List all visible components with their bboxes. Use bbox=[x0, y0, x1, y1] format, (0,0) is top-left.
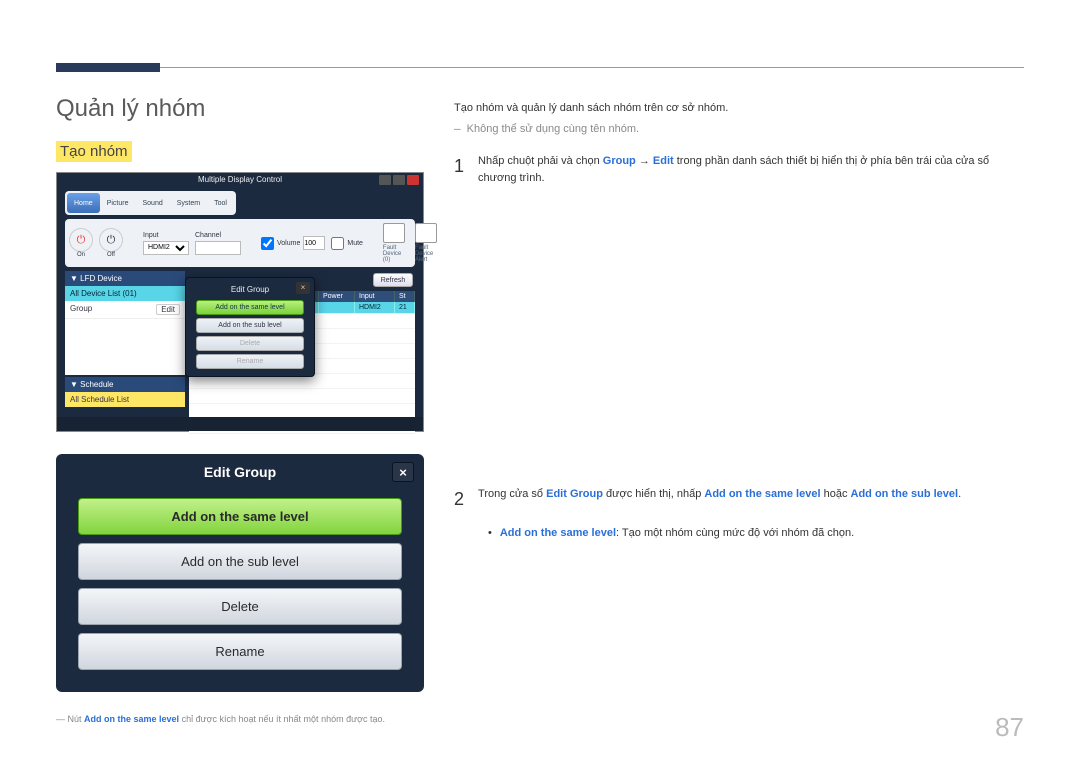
right-column: Tạo nhóm và quản lý danh sách nhóm trên … bbox=[454, 100, 1024, 542]
add-sub-level-button[interactable]: Add on the sub level bbox=[196, 318, 304, 333]
page-title: Quản lý nhóm bbox=[56, 95, 424, 123]
maximize-icon[interactable] bbox=[393, 175, 405, 185]
add-sub-level-button[interactable]: Add on the sub level bbox=[78, 543, 402, 580]
bullet-dot: • bbox=[488, 525, 492, 542]
refresh-button[interactable]: Refresh bbox=[373, 273, 413, 287]
tab-system[interactable]: System bbox=[170, 193, 207, 213]
mute-checkbox[interactable] bbox=[331, 237, 344, 250]
sidebar-schedule-list[interactable]: All Schedule List bbox=[65, 392, 185, 407]
note-dash: ― bbox=[454, 122, 461, 135]
note-text: Không thể sử dụng cùng tên nhóm. bbox=[467, 123, 640, 135]
window-buttons bbox=[379, 175, 419, 185]
footnote: ― Nút Add on the same level chỉ được kíc… bbox=[56, 714, 424, 724]
mdc-app-screenshot: Multiple Display Control Home Picture So… bbox=[56, 172, 424, 432]
sidebar: ▼ LFD Device All Device List (01) Group … bbox=[65, 271, 185, 413]
channel-label: Channel bbox=[195, 232, 241, 239]
dialog-title: Edit Group × bbox=[56, 454, 424, 490]
sidebar-group-row[interactable]: Group Edit bbox=[65, 301, 185, 319]
bullet-desc: : Tạo một nhóm cùng mức độ với nhóm đã c… bbox=[616, 527, 854, 539]
add-same-level-button[interactable]: Add on the same level bbox=[196, 300, 304, 315]
sidebar-lfd-header[interactable]: ▼ LFD Device bbox=[65, 271, 185, 286]
mute-field: Mute bbox=[331, 237, 363, 250]
link-group: Group bbox=[603, 155, 636, 167]
minimize-icon[interactable] bbox=[379, 175, 391, 185]
input-label: Input bbox=[143, 232, 189, 239]
input-select[interactable]: HDMI2 bbox=[143, 241, 189, 255]
rename-button: Rename bbox=[196, 354, 304, 369]
bullet-1: • Add on the same level: Tạo một nhóm cù… bbox=[488, 525, 1024, 542]
edit-group-dialog-large: Edit Group × Add on the same level Add o… bbox=[56, 454, 424, 692]
link-edit: Edit bbox=[653, 155, 674, 167]
volume-input[interactable] bbox=[303, 236, 325, 250]
cell-st: 21 bbox=[395, 302, 415, 313]
intro-note: ― Không thể sử dụng cùng tên nhóm. bbox=[454, 121, 1024, 138]
sidebar-blank bbox=[65, 319, 185, 375]
col-st: St bbox=[395, 291, 415, 302]
dialog-close-icon[interactable]: × bbox=[392, 462, 414, 482]
intro-text: Tạo nhóm và quản lý danh sách nhóm trên … bbox=[454, 100, 1024, 117]
footnote-dash: ― bbox=[56, 714, 65, 724]
channel-input bbox=[195, 241, 241, 255]
header-accent-bar bbox=[56, 63, 160, 72]
edit-button[interactable]: Edit bbox=[156, 304, 180, 315]
tab-picture[interactable]: Picture bbox=[100, 193, 136, 213]
power-on-group: ⏻ On bbox=[69, 228, 93, 258]
on-label: On bbox=[77, 252, 85, 258]
edit-group-dialog-small: Edit Group × Add on the same level Add o… bbox=[185, 277, 315, 377]
step-2: 2 Trong cửa sổ Edit Group được hiển thị,… bbox=[454, 486, 1024, 513]
step-1: 1 Nhấp chuột phải và chọn Group → Edit t… bbox=[454, 153, 1024, 186]
sidebar-all-devices[interactable]: All Device List (01) bbox=[65, 286, 185, 301]
toolbar: ⏻ On ⏻ Off Input HDMI2 Channel Volume bbox=[65, 219, 415, 267]
dialog-title: Edit Group × bbox=[190, 282, 310, 297]
step-1-number: 1 bbox=[454, 153, 464, 180]
power-off-button[interactable]: ⏻ bbox=[99, 228, 123, 252]
bullet-label: Add on the same level bbox=[500, 527, 616, 539]
cell-power bbox=[319, 302, 355, 313]
status-icons: Fault Device (0) Fault Device Alert bbox=[383, 223, 437, 263]
window-title: Multiple Display Control bbox=[57, 173, 423, 187]
sidebar-schedule-header[interactable]: ▼ Schedule bbox=[65, 377, 185, 392]
group-label: Group bbox=[70, 304, 92, 315]
channel-field: Channel bbox=[195, 232, 241, 255]
volume-label: Volume bbox=[277, 240, 300, 247]
delete-button[interactable]: Delete bbox=[78, 588, 402, 625]
link-add-sub: Add on the sub level bbox=[851, 488, 959, 500]
bullet-1-text: Add on the same level: Tạo một nhóm cùng… bbox=[500, 525, 854, 542]
status-bar bbox=[57, 417, 423, 431]
col-input: Input bbox=[355, 291, 395, 302]
volume-field: Volume bbox=[261, 236, 325, 250]
main-tabs: Home Picture Sound System Tool bbox=[65, 191, 236, 215]
header-rule bbox=[160, 67, 1024, 68]
link-add-same: Add on the same level bbox=[704, 488, 820, 500]
fault-alert-icon[interactable]: Fault Device Alert bbox=[415, 223, 437, 263]
close-icon[interactable] bbox=[407, 175, 419, 185]
add-same-level-button[interactable]: Add on the same level bbox=[78, 498, 402, 535]
fault-device-icon[interactable]: Fault Device (0) bbox=[383, 223, 405, 263]
section-title: Tạo nhóm bbox=[56, 141, 132, 162]
mute-label: Mute bbox=[347, 240, 363, 247]
cell-input: HDMI2 bbox=[355, 302, 395, 313]
step-2-number: 2 bbox=[454, 486, 464, 513]
tab-tool[interactable]: Tool bbox=[207, 193, 234, 213]
power-off-group: ⏻ Off bbox=[99, 228, 123, 258]
dialog-close-icon[interactable]: × bbox=[296, 282, 310, 294]
power-on-button[interactable]: ⏻ bbox=[69, 228, 93, 252]
left-column: Quản lý nhóm Tạo nhóm Multiple Display C… bbox=[56, 95, 424, 724]
delete-button: Delete bbox=[196, 336, 304, 351]
col-power: Power bbox=[319, 291, 355, 302]
input-field: Input HDMI2 bbox=[143, 232, 189, 255]
footnote-text-c: chỉ được kích hoạt nếu ít nhất một nhóm … bbox=[179, 714, 385, 724]
step-2-text: Trong cửa sổ Edit Group được hiển thị, n… bbox=[478, 486, 1024, 503]
footnote-text-a: Nút bbox=[68, 714, 85, 724]
footnote-bold: Add on the same level bbox=[84, 714, 179, 724]
volume-checkbox[interactable] bbox=[261, 237, 274, 250]
rename-button[interactable]: Rename bbox=[78, 633, 402, 670]
tab-sound[interactable]: Sound bbox=[135, 193, 169, 213]
off-label: Off bbox=[107, 252, 115, 258]
page-number: 87 bbox=[995, 712, 1024, 743]
tab-home[interactable]: Home bbox=[67, 193, 100, 213]
link-edit-group: Edit Group bbox=[546, 488, 603, 500]
step-1-text: Nhấp chuột phải và chọn Group → Edit tro… bbox=[478, 153, 1024, 186]
